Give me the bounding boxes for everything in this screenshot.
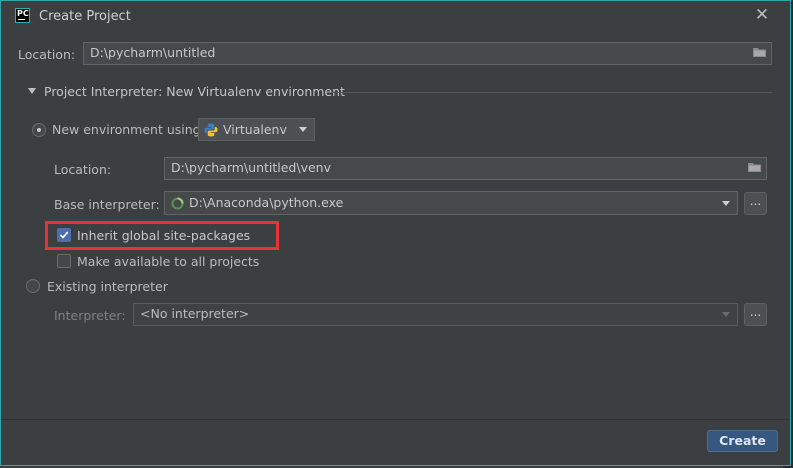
chevron-down-icon [722, 201, 730, 206]
browse-base-interpreter-button[interactable]: ... [744, 192, 767, 215]
close-icon[interactable]: ✕ [753, 6, 771, 24]
location-label: Location: [18, 47, 76, 62]
new-environment-label[interactable]: New environment using [52, 122, 201, 137]
existing-interpreter-label[interactable]: Existing interpreter [47, 279, 168, 294]
environment-tool-dropdown[interactable]: Virtualenv [198, 118, 315, 141]
checkmark-icon [59, 231, 69, 239]
create-project-dialog: PC Create Project ✕ Location: D:\pycharm… [0, 0, 791, 466]
chevron-down-icon [299, 127, 307, 132]
app-icon-text: PC [17, 9, 29, 18]
browse-interpreter-button[interactable]: ... [744, 303, 767, 326]
base-interpreter-label: Base interpreter: [54, 197, 160, 212]
make-available-checkbox[interactable] [57, 254, 71, 268]
section-title[interactable]: Project Interpreter: New Virtualenv envi… [44, 84, 345, 99]
folder-icon[interactable] [753, 47, 766, 57]
venv-location-label: Location: [54, 162, 112, 177]
venv-location-field[interactable]: D:\pycharm\untitled\venv [164, 157, 767, 180]
section-divider [332, 92, 772, 93]
loading-spinner-icon [171, 197, 184, 210]
environment-tool-value: Virtualenv [223, 122, 287, 137]
collapse-arrow-icon[interactable] [28, 88, 36, 94]
base-interpreter-value: D:\Anaconda\python.exe [189, 195, 344, 210]
base-interpreter-dropdown[interactable]: D:\Anaconda\python.exe [164, 191, 738, 215]
create-button[interactable]: Create [707, 430, 778, 452]
interpreter-dropdown[interactable]: <No interpreter> [133, 303, 738, 326]
interpreter-value: <No interpreter> [140, 306, 250, 321]
existing-interpreter-radio[interactable] [26, 279, 40, 293]
python-icon [204, 123, 218, 137]
inherit-site-packages-checkbox[interactable] [57, 228, 71, 242]
folder-icon[interactable] [748, 162, 761, 172]
new-environment-radio[interactable] [32, 123, 46, 137]
make-available-label[interactable]: Make available to all projects [77, 254, 259, 269]
interpreter-label: Interpreter: [54, 308, 126, 323]
location-field[interactable]: D:\pycharm\untitled [83, 42, 772, 65]
chevron-down-icon [722, 312, 730, 317]
footer-divider [1, 419, 790, 420]
dialog-title: Create Project [39, 9, 131, 24]
title-bar[interactable]: PC Create Project ✕ [1, 1, 782, 32]
pycharm-app-icon: PC [15, 8, 30, 23]
location-value: D:\pycharm\untitled [90, 45, 216, 60]
inherit-site-packages-label[interactable]: Inherit global site-packages [77, 228, 250, 243]
venv-location-value: D:\pycharm\untitled\venv [171, 160, 331, 175]
